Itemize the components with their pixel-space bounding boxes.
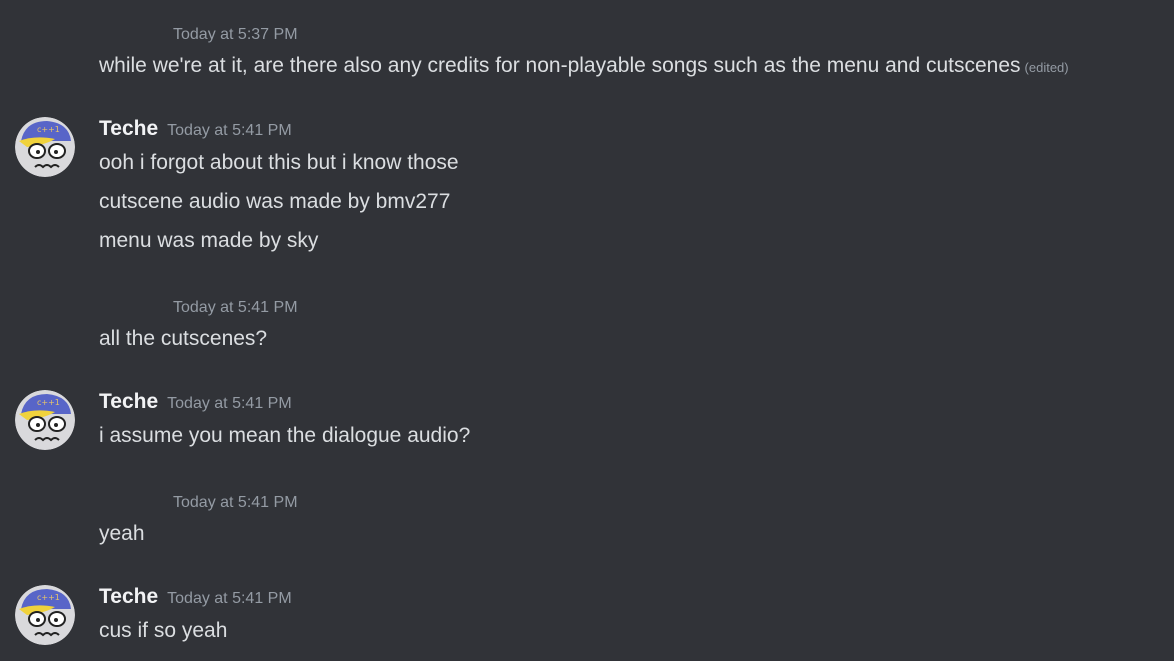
message-header: Teche Today at 5:41 PM	[99, 117, 292, 141]
author-name[interactable]: Teche	[99, 390, 158, 413]
message-text-content: while we're at it, are there also any cr…	[99, 54, 1021, 77]
author-name[interactable]: Teche	[99, 117, 158, 140]
svg-text:c++1: c++1	[37, 125, 60, 134]
message-text: cus if so yeah	[99, 619, 228, 642]
teche-avatar-icon[interactable]: c++1	[15, 585, 75, 645]
message-text: menu was made by sky	[99, 229, 319, 252]
message-timestamp[interactable]: Today at 5:41 PM	[167, 590, 292, 607]
edited-label: (edited)	[1024, 60, 1069, 75]
message-header: Teche Today at 5:41 PM	[99, 390, 292, 414]
message-text: i assume you mean the dialogue audio?	[99, 424, 471, 447]
author-name[interactable]: Teche	[99, 585, 158, 608]
message-text: yeah	[99, 522, 145, 545]
message-text: while we're at it, are there also any cr…	[99, 54, 1069, 78]
message-text: ooh i forgot about this but i know those	[99, 151, 459, 174]
message-timestamp[interactable]: Today at 5:41 PM	[167, 122, 292, 139]
teche-avatar-icon[interactable]: c++1	[15, 390, 75, 450]
message-timestamp[interactable]: Today at 5:41 PM	[173, 494, 298, 512]
svg-text:c++1: c++1	[37, 593, 60, 602]
message-timestamp[interactable]: Today at 5:41 PM	[173, 299, 298, 317]
teche-avatar-icon[interactable]: c++1	[15, 117, 75, 177]
message-text: all the cutscenes?	[99, 327, 268, 350]
message-timestamp[interactable]: Today at 5:37 PM	[173, 26, 298, 44]
message-timestamp[interactable]: Today at 5:41 PM	[167, 395, 292, 412]
message-header: Teche Today at 5:41 PM	[99, 585, 292, 609]
message-text: cutscene audio was made by bmv277	[99, 190, 451, 213]
chat-log: Today at 5:37 PM while we're at it, are …	[0, 0, 1174, 661]
svg-text:c++1: c++1	[37, 398, 60, 407]
